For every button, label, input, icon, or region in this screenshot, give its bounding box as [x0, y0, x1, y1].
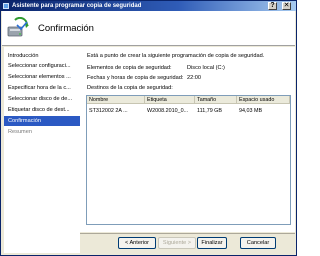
wizard-window: Asistente para programar copia de seguri… [0, 0, 297, 256]
column-header-etiqueta[interactable]: Etiqueta [145, 96, 195, 104]
destinations-label: Destinos de la copia de seguridad: [87, 85, 173, 91]
destinations-table[interactable]: Nombre Etiqueta Tamaño Espacio usado ST3… [86, 95, 291, 225]
column-header-espacio-usado[interactable]: Espacio usado [237, 96, 290, 104]
button-separator [80, 233, 295, 234]
close-button[interactable]: ✕ [282, 2, 291, 10]
times-value: 22:00 [187, 75, 201, 81]
items-label: Elementos de copia de seguridad: [87, 65, 172, 71]
intro-text: Está a punto de crear la siguiente progr… [87, 53, 265, 59]
column-header-tamano[interactable]: Tamaño [195, 96, 237, 104]
cell-espacio-usado[interactable]: 94,03 MB [237, 107, 292, 115]
wizard-steps: Introducción Seleccionar configuraci... … [4, 47, 80, 253]
page-title: Confirmación [38, 23, 94, 34]
column-header-nombre[interactable]: Nombre [87, 96, 145, 104]
times-label: Fechas y horas de copia de seguridad: [87, 75, 184, 81]
step-seleccionar-disco[interactable]: Seleccionar disco de de... [4, 94, 80, 104]
cancel-button[interactable]: Cancelar [240, 237, 276, 249]
items-value: Disco local (C:) [187, 65, 225, 71]
confirmation-panel: Está a punto de crear la siguiente progr… [80, 47, 295, 232]
step-seleccionar-elementos[interactable]: Seleccionar elementos ... [4, 72, 80, 82]
window-title: Asistente para programar copia de seguri… [12, 3, 142, 9]
backup-wizard-icon [7, 17, 29, 37]
help-button[interactable]: ? [268, 2, 277, 10]
app-icon [3, 3, 9, 9]
cell-etiqueta[interactable]: W2008.2010_0... [145, 107, 197, 115]
step-etiquetar-disco[interactable]: Etiquetar disco de dest... [4, 105, 80, 115]
cell-tamano[interactable]: 111,79 GB [195, 107, 239, 115]
step-introduccion[interactable]: Introducción [4, 51, 80, 61]
step-seleccionar-configuracion[interactable]: Seleccionar configuraci... [4, 61, 80, 71]
step-resumen: Resumen [8, 129, 32, 135]
finish-button[interactable]: Finalizar [197, 237, 227, 249]
wizard-header: Confirmación [2, 11, 295, 46]
next-button: Siguiente > [158, 237, 196, 249]
title-bar[interactable]: Asistente para programar copia de seguri… [1, 1, 296, 11]
back-button[interactable]: < Anterior [118, 237, 156, 249]
step-confirmacion[interactable]: Confirmación [4, 116, 80, 126]
cell-nombre[interactable]: ST312002 2A ... [87, 107, 147, 115]
step-especificar-hora[interactable]: Especificar hora de la c... [4, 83, 80, 93]
